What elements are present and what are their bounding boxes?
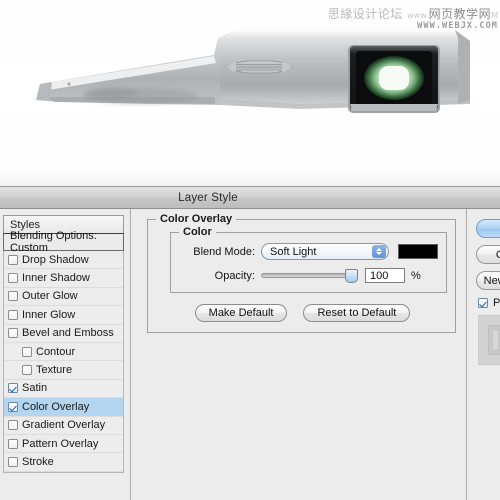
watermark-forum-text: 思緣设计论坛	[327, 7, 403, 21]
styles-header-label: Styles	[10, 218, 40, 231]
styles-panel: Styles Blending Options: Custom Drop Sha…	[0, 209, 131, 500]
style-row-label: Inner Shadow	[22, 272, 90, 285]
layer-style-dialog: Layer Style Styles Blending Options: Cus…	[0, 186, 500, 500]
checkbox[interactable]	[8, 309, 18, 320]
checkbox[interactable]	[8, 420, 18, 431]
preview-label: Preview	[493, 297, 500, 309]
checkbox[interactable]	[8, 273, 18, 284]
blend-mode-value: Soft Light	[270, 245, 317, 258]
cancel-button[interactable]: Cancel	[476, 245, 500, 264]
preview-thumbnail-inner	[488, 325, 500, 355]
new-style-button[interactable]: New Style...	[476, 271, 500, 290]
cancel-label: Cancel	[495, 248, 500, 261]
preview-toggle[interactable]: Preview	[478, 297, 500, 309]
watermark-line-1: 思緣设计论坛 www.网页教学网M	[328, 8, 498, 21]
style-row-bevel-and-emboss[interactable]: Bevel and Emboss	[4, 325, 123, 343]
style-row-label: Bevel and Emboss	[22, 327, 114, 340]
style-row-inner-glow[interactable]: Inner Glow	[4, 306, 123, 325]
style-row-label: Contour	[36, 345, 76, 358]
preview-thumbnail	[478, 315, 500, 365]
checkbox[interactable]	[8, 456, 18, 467]
blend-mode-row: Blend Mode: Soft Light	[179, 243, 438, 260]
color-overlay-panel: Color Overlay Color Blend Mode: Soft Lig…	[131, 209, 467, 500]
style-row-satin[interactable]: Satin	[4, 380, 123, 399]
checkbox[interactable]	[22, 365, 32, 376]
style-row-label: Gradient Overlay	[22, 419, 106, 432]
watermark-url: WWW.WEBJX.COM	[417, 20, 498, 31]
color-swatch[interactable]	[398, 244, 438, 259]
blend-mode-select[interactable]: Soft Light	[261, 243, 389, 260]
opacity-label: Opacity:	[214, 269, 255, 282]
make-default-label: Make Default	[208, 307, 274, 319]
checkbox[interactable]	[8, 291, 18, 302]
preview-checkbox[interactable]	[478, 298, 488, 308]
product-photo-area: 思緣设计论坛 www.网页教学网M WWW.WEBJX.COM	[0, 0, 500, 186]
color-group: Color Blend Mode: Soft Light Opacity: 10…	[170, 226, 447, 293]
style-row-pattern-overlay[interactable]: Pattern Overlay	[4, 435, 123, 454]
style-row-label: Inner Glow	[22, 308, 76, 321]
defaults-button-row: Make Default Reset to Default	[158, 304, 447, 322]
opacity-input[interactable]: 100	[365, 268, 405, 283]
style-row-label: Outer Glow	[22, 290, 78, 303]
style-row-stroke[interactable]: Stroke	[4, 453, 123, 472]
actions-panel: OK Cancel New Style... Preview	[467, 209, 500, 500]
checkbox[interactable]	[8, 438, 18, 449]
style-row-contour[interactable]: Contour	[4, 343, 123, 362]
new-style-label: New Style...	[483, 274, 500, 287]
checkbox[interactable]	[8, 401, 18, 412]
opacity-slider-thumb[interactable]	[345, 268, 358, 283]
opacity-unit: %	[411, 269, 421, 282]
styles-effect-list: Drop Shadow Inner Shadow Outer Glow Inner G…	[3, 251, 124, 473]
dialog-title: Layer Style	[178, 191, 238, 204]
style-row-label: Drop Shadow	[22, 253, 89, 266]
style-row-color-overlay[interactable]: Color Overlay	[4, 398, 123, 417]
style-row-outer-glow[interactable]: Outer Glow	[4, 288, 123, 307]
opacity-slider[interactable]	[261, 268, 358, 283]
watermark-site-cn: 网页教学网	[428, 7, 492, 21]
opacity-value: 100	[370, 269, 389, 282]
color-overlay-group-title: Color Overlay	[156, 213, 237, 225]
preview-thumb-bar-left	[493, 331, 498, 349]
watermark-www-prefix: www.	[407, 11, 429, 20]
style-row-label: Pattern Overlay	[22, 437, 99, 450]
style-row-label: Satin	[22, 382, 48, 395]
checkbox[interactable]	[8, 254, 18, 265]
ok-button[interactable]: OK	[476, 219, 500, 238]
style-row-inner-shadow[interactable]: Inner Shadow	[4, 269, 123, 288]
dialog-titlebar[interactable]: Layer Style	[0, 187, 500, 209]
style-row-label: Color Overlay	[22, 400, 90, 413]
opacity-slider-track	[261, 273, 357, 278]
blend-mode-label: Blend Mode:	[193, 245, 255, 258]
watermark: 思緣设计论坛 www.网页教学网M WWW.WEBJX.COM	[328, 8, 498, 31]
blending-options-label: Blending Options: Custom	[10, 230, 97, 254]
opacity-row: Opacity: 100 %	[179, 268, 438, 283]
reset-to-default-label: Reset to Default	[317, 307, 397, 319]
color-group-title: Color	[179, 226, 216, 238]
dialog-body: Styles Blending Options: Custom Drop Sha…	[0, 209, 500, 500]
checkbox[interactable]	[8, 328, 18, 339]
reset-to-default-button[interactable]: Reset to Default	[303, 304, 411, 322]
color-overlay-group: Color Overlay Color Blend Mode: Soft Lig…	[147, 213, 456, 333]
chevron-updown-icon[interactable]	[372, 245, 386, 258]
checkbox[interactable]	[22, 346, 32, 357]
screenshot-root: 思緣设计论坛 www.网页教学网M WWW.WEBJX.COM Layer St…	[0, 0, 500, 500]
style-row-label: Texture	[36, 364, 73, 377]
style-row-gradient-overlay[interactable]: Gradient Overlay	[4, 417, 123, 435]
style-row-texture[interactable]: Texture	[4, 361, 123, 380]
blending-options-row[interactable]: Blending Options: Custom	[3, 230, 124, 254]
make-default-button[interactable]: Make Default	[194, 304, 288, 322]
style-row-label: Stroke	[22, 455, 54, 468]
watermark-suffix: M	[491, 11, 498, 20]
checkbox[interactable]	[8, 383, 18, 394]
